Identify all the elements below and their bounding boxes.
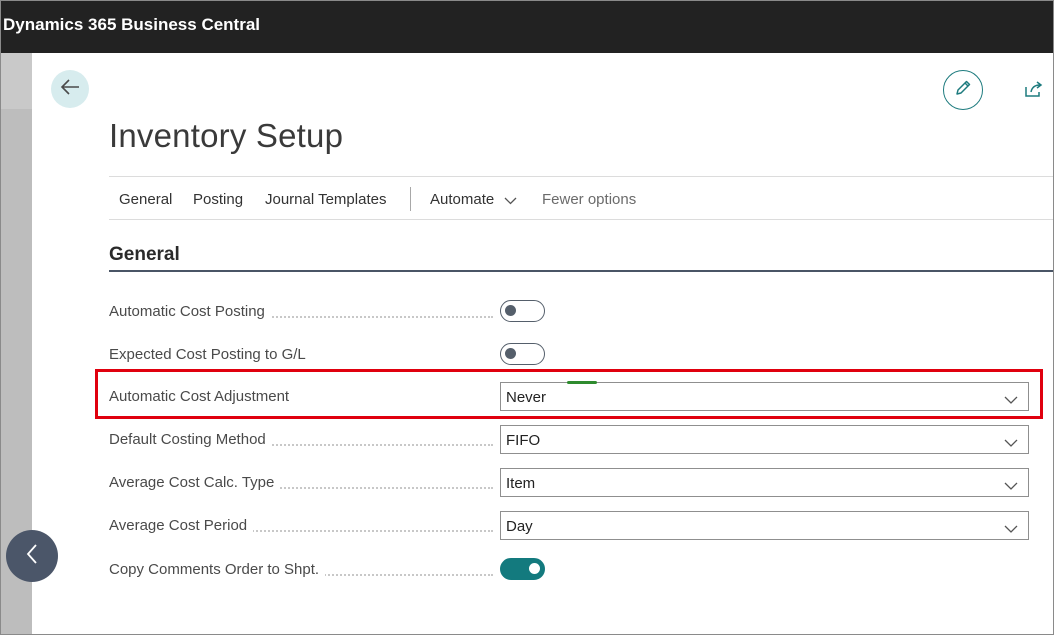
field-label: Automatic Cost Adjustment: [109, 388, 296, 405]
field-label: Average Cost Period: [109, 517, 254, 534]
toggle-knob: [505, 348, 516, 359]
action-journal-templates[interactable]: Journal Templates: [265, 191, 386, 208]
section-title-general[interactable]: General: [109, 244, 180, 266]
collapse-panel-button[interactable]: [6, 530, 58, 582]
share-icon: [1024, 80, 1044, 103]
section-divider: [109, 270, 1053, 272]
select-value: FIFO: [506, 432, 541, 449]
field-average-cost-period: Average Cost Period Day: [109, 511, 1029, 540]
field-label: Average Cost Calc. Type: [109, 474, 281, 491]
average-cost-calc-type-select[interactable]: Item: [500, 468, 1029, 497]
arrow-left-icon: [60, 78, 80, 100]
field-label: Copy Comments Order to Shpt.: [109, 561, 326, 578]
expected-cost-posting-toggle[interactable]: [500, 343, 545, 365]
average-cost-period-select[interactable]: Day: [500, 511, 1029, 540]
field-copy-comments-order-to-shpt: Copy Comments Order to Shpt.: [109, 555, 1029, 583]
chevron-down-icon: [1004, 435, 1018, 447]
field-label: Default Costing Method: [109, 431, 272, 448]
app-title: Dynamics 365 Business Central: [3, 15, 261, 34]
default-costing-method-select[interactable]: FIFO: [500, 425, 1029, 454]
toggle-knob: [505, 305, 516, 316]
field-label: Automatic Cost Posting: [109, 303, 271, 320]
top-bar: Dynamics 365 Business Central: [1, 1, 1053, 53]
action-separator: [410, 187, 411, 211]
chevron-down-icon: [1004, 478, 1018, 490]
page-title: Inventory Setup: [109, 117, 344, 154]
select-value: Item: [506, 475, 536, 492]
action-fewer-options[interactable]: Fewer options: [542, 191, 636, 208]
back-button[interactable]: [51, 70, 89, 108]
field-expected-cost-posting: Expected Cost Posting to G/L: [109, 340, 1029, 368]
automatic-cost-posting-toggle[interactable]: [500, 300, 545, 322]
select-value: Day: [506, 518, 533, 535]
copy-comments-toggle[interactable]: [500, 558, 545, 580]
field-average-cost-calc-type: Average Cost Calc. Type Item: [109, 468, 1029, 497]
app-window: Dynamics 365 Business Central Inventory …: [0, 0, 1054, 635]
field-automatic-cost-posting: Automatic Cost Posting: [109, 297, 1029, 325]
chevron-left-icon: [25, 543, 39, 570]
edit-button[interactable]: [943, 70, 983, 110]
action-general[interactable]: General: [119, 191, 172, 208]
chevron-down-icon: [1004, 521, 1018, 533]
action-automate[interactable]: Automate: [430, 191, 517, 209]
action-automate-label: Automate: [430, 191, 495, 208]
pencil-icon: [954, 79, 972, 102]
share-button[interactable]: [1023, 80, 1045, 103]
toggle-knob: [529, 563, 540, 574]
action-posting[interactable]: Posting: [193, 191, 243, 208]
action-bar: General Posting Journal Templates Automa…: [109, 176, 1053, 220]
left-background-strip-top: [1, 53, 32, 109]
field-default-costing-method: Default Costing Method FIFO: [109, 425, 1029, 454]
chevron-down-icon: [504, 192, 517, 209]
field-label: Expected Cost Posting to G/L: [109, 346, 312, 363]
